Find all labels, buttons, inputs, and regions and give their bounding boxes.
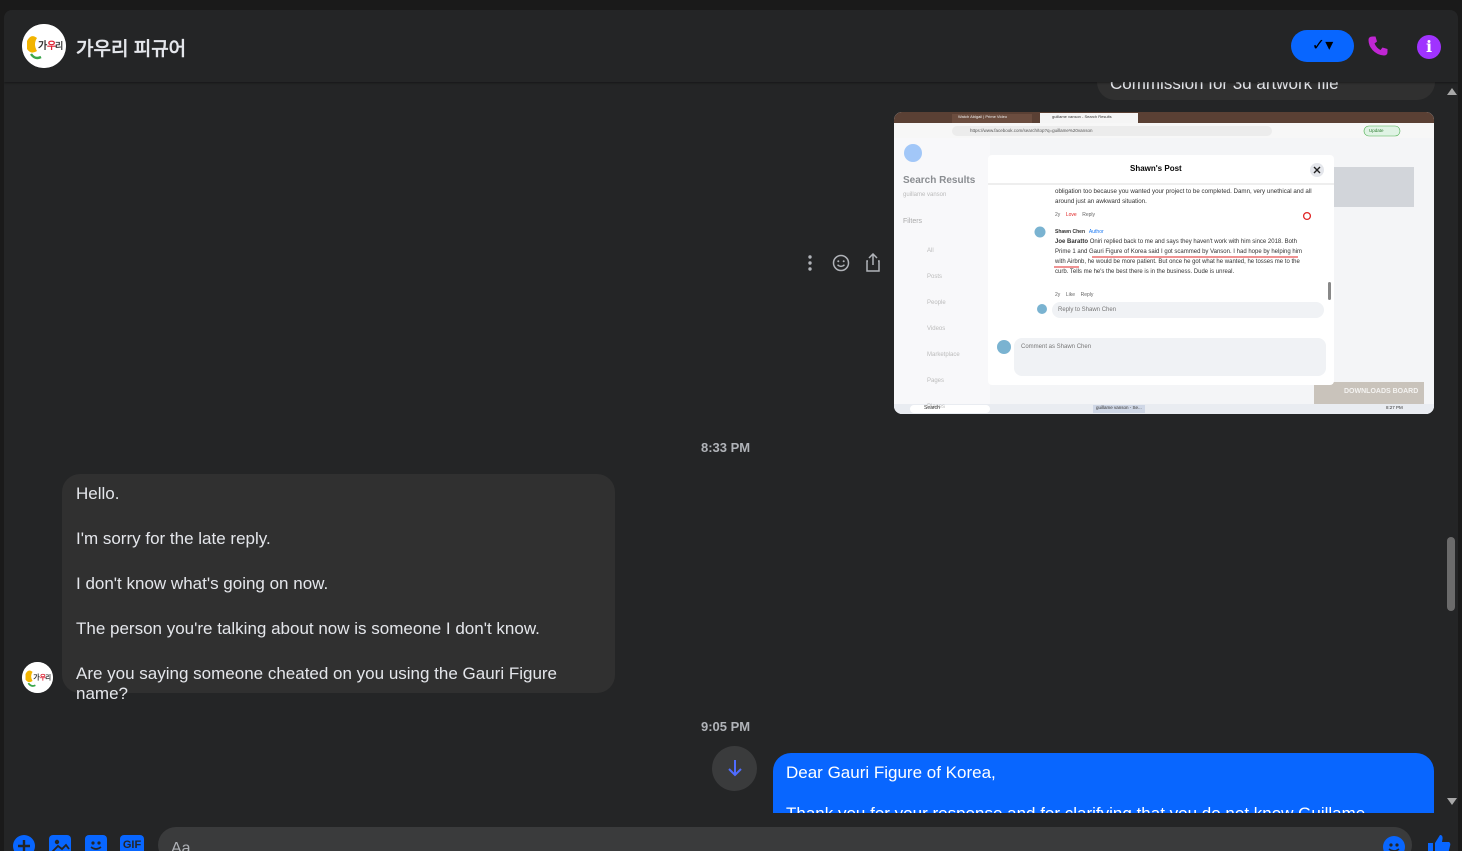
message-line: The person you're talking about now is s… xyxy=(76,619,540,638)
scrollbar[interactable] xyxy=(1444,82,1458,813)
svg-text:리: 리 xyxy=(55,40,63,52)
timestamp: 9:05 PM xyxy=(701,719,751,734)
filter-item: Videos xyxy=(927,326,946,332)
filters-label: Filters xyxy=(903,218,923,225)
scroll-down-arrow-icon[interactable] xyxy=(1447,798,1457,805)
reply-meta: 2y Like Reply xyxy=(1055,292,1093,298)
modal-title: Shawn's Post xyxy=(1130,164,1182,173)
comment-1-meta: 2y Love Reply xyxy=(1055,212,1095,218)
message-line: Are you saying someone cheated on you us… xyxy=(76,664,558,703)
phone-icon[interactable] xyxy=(1366,34,1390,58)
filter-item: Marketplace xyxy=(927,352,960,358)
reply-placeholder: Reply to Shawn Chen xyxy=(1058,307,1117,313)
more-icon[interactable] xyxy=(805,254,815,272)
filter-item: Pages xyxy=(927,378,945,384)
taskbar-clock: 8:27 PM xyxy=(1386,405,1403,410)
share-icon[interactable] xyxy=(865,252,881,277)
filter-item: Posts xyxy=(927,274,943,280)
author-name: Shawn Chen xyxy=(1055,229,1086,235)
message-input-placeholder: Aa xyxy=(171,840,191,851)
reply-body: Joe Baratto Oniri replied back to me and… xyxy=(1055,237,1305,277)
search-results-title: Search Results xyxy=(903,175,976,186)
check-dropdown-button[interactable]: ✓▾ xyxy=(1291,30,1354,62)
watermark: DOWNLOADS BOARD xyxy=(1344,388,1419,395)
meta-reply: Reply xyxy=(1082,212,1096,218)
contact-avatar[interactable]: 가우리 xyxy=(22,24,66,68)
sticker-icon[interactable] xyxy=(85,835,107,851)
meta-time: 2y xyxy=(1055,212,1061,218)
taskbar-app: guillame vanson - Se... xyxy=(1096,405,1142,410)
message-line: Dear Gauri Figure of Korea, xyxy=(786,763,996,782)
reply-name: Joe Baratto xyxy=(1055,239,1089,245)
filters-list: All Posts People Videos Marketplace Page… xyxy=(927,238,960,414)
taskbar-search: Search xyxy=(924,405,940,411)
update-button: Update xyxy=(1369,128,1384,133)
composer: GIF Aa xyxy=(4,813,1458,851)
image-attachment[interactable]: Watch Abigail | Prime Video guillame van… xyxy=(894,112,1434,414)
browser-tab-2: guillame vanson - Search Results xyxy=(1052,114,1112,119)
message-line: I don't know what's going on now. xyxy=(76,574,329,593)
image-icon[interactable] xyxy=(49,835,71,851)
plus-icon[interactable] xyxy=(13,835,35,851)
conversation-header: 가우리 가우리 피규어 ✓▾ i xyxy=(4,10,1458,82)
meta-love: Love xyxy=(1065,212,1077,218)
svg-text:리: 리 xyxy=(45,673,51,682)
gif-icon[interactable]: GIF xyxy=(120,835,144,851)
info-icon[interactable]: i xyxy=(1417,35,1441,59)
smile-icon[interactable] xyxy=(832,254,850,277)
meta-reply: Reply xyxy=(1080,292,1094,298)
filter-item: Places xyxy=(927,404,946,410)
message-bubble-incoming[interactable]: Hello. I'm sorry for the late reply. I d… xyxy=(62,474,615,703)
comment-placeholder: Comment as Shawn Chen xyxy=(1021,344,1092,350)
author-tag: Author xyxy=(1088,229,1104,235)
message-line: I'm sorry for the late reply. xyxy=(76,529,271,548)
message-input[interactable]: Aa xyxy=(158,827,1412,851)
search-results-sub: guillame vanson xyxy=(903,192,947,198)
avatar[interactable]: 가우리 xyxy=(22,662,53,693)
scrollbar-thumb[interactable] xyxy=(1447,537,1455,611)
filter-item: All xyxy=(927,248,934,254)
comment-1: obligation too because you wanted your p… xyxy=(1055,188,1312,205)
message-list[interactable]: Commission for 3d artwork file Watch Abi… xyxy=(4,10,1444,851)
meta-time: 2y xyxy=(1055,292,1061,298)
contact-name[interactable]: 가우리 피규어 xyxy=(76,34,186,61)
message-line: Hello. xyxy=(76,484,120,503)
emoji-icon[interactable] xyxy=(1383,836,1405,851)
gif-label: GIF xyxy=(122,839,142,851)
reply-text: Oniri replied back to me and says they h… xyxy=(1055,239,1303,275)
meta-like: Like xyxy=(1065,292,1076,298)
timestamp: 8:33 PM xyxy=(701,440,751,455)
browser-tab-1: Watch Abigail | Prime Video xyxy=(958,114,1008,119)
reply-author: Shawn Chen Author xyxy=(1055,229,1104,235)
like-icon[interactable] xyxy=(1427,834,1451,851)
filter-item: People xyxy=(927,300,946,306)
messenger-window: Commission for 3d artwork file Watch Abi… xyxy=(4,10,1458,851)
arrow-down-icon xyxy=(727,760,742,777)
scroll-to-bottom-button[interactable] xyxy=(712,746,757,791)
browser-url: https://www.facebook.com/search/top?q=gu… xyxy=(970,128,1093,133)
scroll-up-arrow-icon[interactable] xyxy=(1447,88,1457,95)
